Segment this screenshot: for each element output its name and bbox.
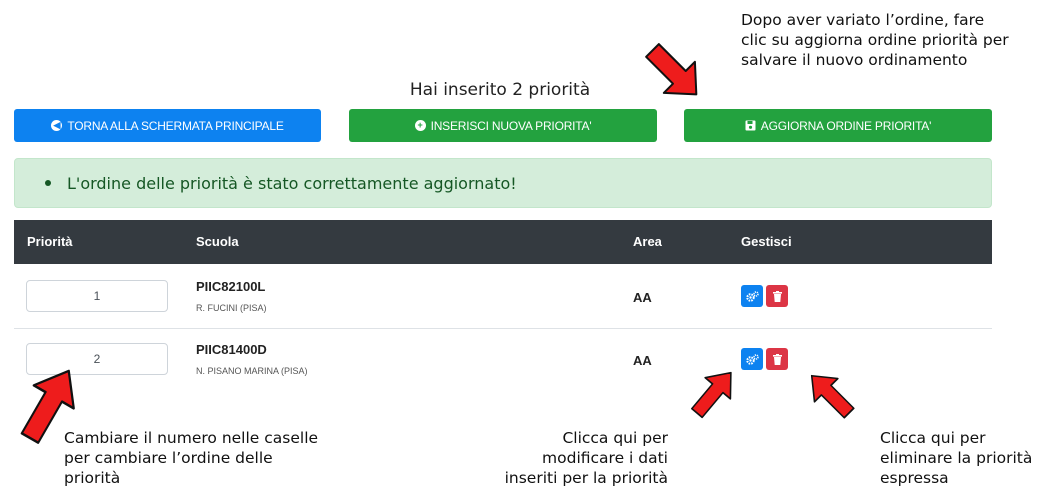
red-arrow-icon bbox=[8, 358, 90, 451]
red-arrow-icon bbox=[683, 361, 745, 425]
red-arrow-icon bbox=[635, 33, 713, 111]
arrows-overlay bbox=[8, 33, 862, 451]
red-arrow-icon bbox=[799, 363, 862, 426]
